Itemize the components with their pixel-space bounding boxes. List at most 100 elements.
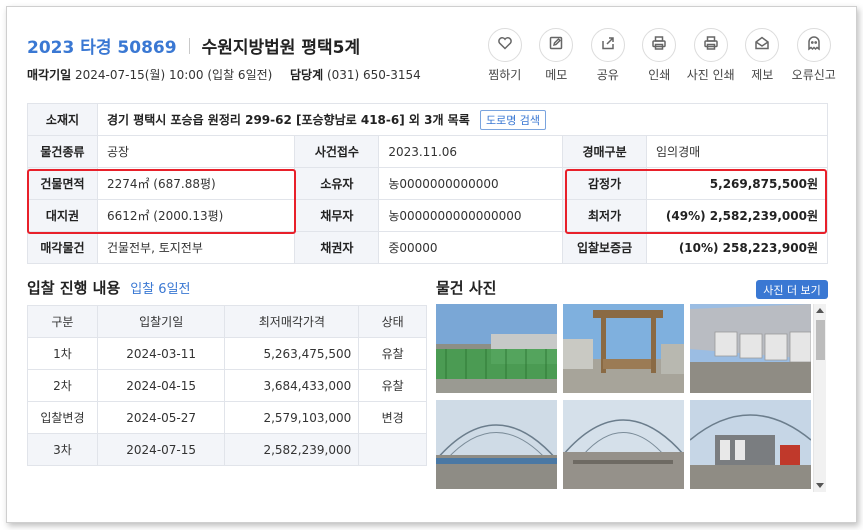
sale-item-value: 건물전부, 토지전부 — [96, 231, 296, 264]
table-row: 대지권 6612㎡ (2000.13평) 채무자 농00000000000000… — [27, 199, 828, 232]
memo-label: 메모 — [545, 68, 568, 82]
print-icon — [651, 35, 667, 55]
road-search-button[interactable]: 도로명 검색 — [479, 109, 547, 130]
bid-section-title: 입찰 진행 내용 입찰 6일전 — [27, 277, 191, 298]
property-photo[interactable] — [436, 304, 557, 393]
building-area-value: 2274㎡ (687.88평) — [96, 167, 296, 200]
case-received-value: 2023.11.06 — [378, 135, 564, 168]
photo-section-title: 물건 사진 — [436, 279, 497, 297]
deposit-label: 입찰보증금 — [562, 231, 648, 264]
photo-gallery — [436, 304, 828, 492]
debtor-value: 농0000000000000000 — [378, 199, 564, 232]
property-photo[interactable] — [690, 304, 811, 393]
more-photos-button[interactable]: 사진 더 보기 — [756, 280, 828, 299]
contact-label: 담당계 — [289, 68, 324, 82]
debtor-label: 채무자 — [294, 199, 380, 232]
property-photo[interactable] — [690, 400, 811, 489]
bid-date: 2024-03-11 — [96, 337, 226, 370]
photo-print-button[interactable]: 사진 인쇄 — [685, 28, 737, 83]
property-photo[interactable] — [563, 400, 684, 489]
scroll-up-icon[interactable] — [816, 308, 824, 313]
bid-date: 2024-07-15 — [96, 433, 226, 466]
land-right-label: 대지권 — [27, 199, 98, 232]
appraisal-value: 5,269,875,500원 — [646, 167, 828, 200]
owner-value: 농0000000000000 — [378, 167, 564, 200]
auction-type-label: 경매구분 — [562, 135, 648, 168]
share-icon — [600, 35, 616, 55]
bid-status-link[interactable]: 변경 — [358, 401, 427, 434]
error-report-label: 오류신고 — [791, 68, 836, 82]
property-photo[interactable] — [563, 304, 684, 393]
scroll-down-icon[interactable] — [816, 483, 824, 488]
table-row: 1차 2024-03-11 5,263,475,500 유찰 — [27, 337, 427, 370]
bid-price: 2,579,103,000 — [224, 401, 360, 434]
location-label: 소재지 — [27, 103, 98, 136]
favorite-button[interactable]: 찜하기 — [479, 28, 531, 83]
column-header: 입찰기일 — [96, 305, 226, 338]
title-divider — [188, 37, 190, 54]
table-row: 매각물건 건물전부, 토지전부 채권자 중00000 입찰보증금 (10%) 2… — [27, 231, 828, 264]
bid-title: 입찰 진행 내용 — [27, 279, 121, 297]
table-header-row: 구분 입찰기일 최저매각가격 상태 — [27, 305, 427, 338]
bid-price: 3,684,433,000 — [224, 369, 360, 402]
share-button[interactable]: 공유 — [582, 28, 634, 83]
print-button[interactable]: 인쇄 — [634, 28, 686, 83]
sale-info-row: 매각기일 2024-07-15(월) 10:00 (입찰 6일전) 담당계 (0… — [27, 66, 421, 83]
bid-status: 유찰 — [358, 337, 427, 370]
ghost-error-icon — [806, 35, 822, 55]
owner-label: 소유자 — [294, 167, 380, 200]
deposit-value: (10%) 258,223,900원 — [646, 231, 828, 264]
building-area-label: 건물면적 — [27, 167, 98, 200]
property-photo[interactable] — [436, 400, 557, 489]
bid-round: 1차 — [27, 337, 98, 370]
table-row: 소재지 경기 평택시 포승읍 원정리 299-62 [포승향남로 418-6] … — [27, 103, 829, 136]
memo-button[interactable]: 메모 — [531, 28, 583, 83]
bid-date: 2024-05-27 — [96, 401, 226, 434]
location-cell: 경기 평택시 포승읍 원정리 299-62 [포승향남로 418-6] 외 3개… — [96, 103, 829, 136]
property-info-table: 소재지 경기 평택시 포승읍 원정리 299-62 [포승향남로 418-6] … — [27, 103, 829, 264]
report-mail-icon — [754, 35, 770, 55]
table-row: 물건종류 공장 사건접수 2023.11.06 경매구분 임의경매 — [27, 135, 828, 168]
heart-icon — [497, 35, 513, 55]
sale-date: 2024-07-15(월) 10:00 (입찰 6일전) — [75, 68, 273, 82]
table-row: 입찰변경 2024-05-27 2,579,103,000 변경 — [27, 401, 427, 434]
bid-round: 2차 — [27, 369, 98, 402]
creditor-label: 채권자 — [294, 231, 380, 264]
bid-status: 유찰 — [358, 369, 427, 402]
land-right-value: 6612㎡ (2000.13평) — [96, 199, 296, 232]
property-type-label: 물건종류 — [27, 135, 98, 168]
appraisal-label: 감정가 — [562, 167, 648, 200]
column-header: 상태 — [358, 305, 427, 338]
min-price-label: 최저가 — [562, 199, 648, 232]
error-report-button[interactable]: 오류신고 — [788, 28, 840, 83]
creditor-value: 중00000 — [378, 231, 564, 264]
case-received-label: 사건접수 — [294, 135, 380, 168]
auction-type-value: 임의경매 — [646, 135, 828, 168]
report-button[interactable]: 제보 — [737, 28, 789, 83]
title-row: 2023 타경 50869 수원지방법원 평택5계 — [27, 33, 360, 58]
memo-edit-icon — [548, 35, 564, 55]
property-type-value: 공장 — [96, 135, 296, 168]
table-row: 2차 2024-04-15 3,684,433,000 유찰 — [27, 369, 427, 402]
contact-phone: (031) 650-3154 — [326, 68, 421, 82]
scroll-thumb[interactable] — [816, 320, 825, 360]
favorite-label: 찜하기 — [488, 68, 522, 82]
column-header: 구분 — [27, 305, 98, 338]
sale-date-label: 매각기일 — [27, 68, 72, 82]
bid-days-note: 입찰 6일전 — [130, 282, 191, 297]
bid-price: 2,582,239,000 — [224, 433, 360, 466]
bid-date: 2024-04-15 — [96, 369, 226, 402]
print-label: 인쇄 — [648, 68, 671, 82]
column-header: 최저매각가격 — [224, 305, 360, 338]
location-value: 경기 평택시 포승읍 원정리 299-62 [포승향남로 418-6] 외 3개… — [106, 112, 470, 127]
table-row: 건물면적 2274㎡ (687.88평) 소유자 농0000000000000 … — [27, 167, 828, 200]
bid-history-table: 구분 입찰기일 최저매각가격 상태 1차 2024-03-11 5,263,47… — [27, 305, 427, 466]
photo-print-label: 사진 인쇄 — [686, 68, 735, 82]
action-toolbar: 찜하기 메모 공유 인쇄 사진 인쇄 제보 오류신고 — [479, 28, 840, 83]
photo-print-icon — [703, 35, 719, 55]
photo-scrollbar[interactable] — [813, 304, 826, 492]
court-name: 수원지방법원 평택5계 — [201, 38, 361, 58]
sale-item-label: 매각물건 — [27, 231, 98, 264]
share-label: 공유 — [596, 68, 619, 82]
report-label: 제보 — [751, 68, 774, 82]
